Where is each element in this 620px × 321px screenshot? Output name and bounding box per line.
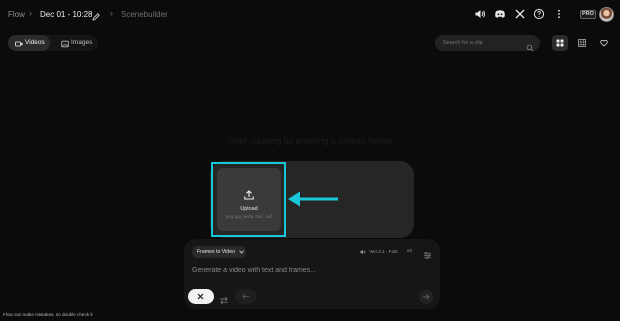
more-icon[interactable]: [553, 8, 565, 20]
volume-icon[interactable]: [474, 8, 486, 20]
top-bar: Flow › Dec 01 - 10:28 › Scenebuilder PRO: [0, 0, 620, 30]
chevron-down-icon: [239, 250, 244, 254]
heart-icon: [600, 39, 608, 47]
discord-icon[interactable]: [494, 8, 506, 20]
x-icon[interactable]: [514, 8, 526, 20]
tab-images[interactable]: Images: [54, 35, 98, 51]
pointer-arrow-icon: [288, 191, 338, 207]
clear-frames-button[interactable]: [188, 289, 214, 304]
plan-badge: PRO: [580, 10, 596, 19]
disclaimer: Flow can make mistakes, so double check …: [3, 312, 93, 317]
media-tabs: Videos Images: [8, 35, 98, 51]
output-count[interactable]: x2: [407, 248, 412, 256]
volume-icon: [360, 249, 366, 255]
search-box: [435, 35, 540, 52]
mode-dropdown[interactable]: Frames to Video: [192, 246, 246, 258]
pencil-icon[interactable]: [91, 9, 101, 21]
grid-view-button[interactable]: [552, 35, 568, 51]
empty-state-message: Start creating by entering a prompt belo…: [227, 136, 393, 146]
grid-icon: [556, 39, 564, 47]
search-icon[interactable]: [526, 39, 534, 52]
project-title[interactable]: Dec 01 - 10:28: [40, 9, 92, 20]
image-icon: [61, 39, 69, 48]
arrow-right-icon: [422, 294, 430, 300]
prompt-input[interactable]: [192, 263, 422, 277]
avatar[interactable]: [599, 7, 614, 22]
settings-icon[interactable]: [423, 247, 432, 260]
favorites-button[interactable]: [596, 35, 612, 51]
video-camera-icon: [15, 39, 23, 47]
add-frame-button[interactable]: [235, 289, 257, 304]
list-view-button[interactable]: [574, 35, 590, 51]
search-input[interactable]: [443, 38, 523, 48]
list-grid-icon: [578, 39, 586, 47]
arrow-left-icon: [242, 293, 250, 300]
tab-label: Videos: [25, 39, 45, 46]
breadcrumb-root[interactable]: Flow: [8, 9, 25, 20]
model-label: Veo 3.1 - Fast: [369, 249, 398, 254]
help-icon[interactable]: [533, 8, 545, 20]
breadcrumb-separator: ›: [110, 8, 113, 18]
breadcrumb-separator: ›: [29, 8, 32, 18]
swap-frames-icon[interactable]: [219, 292, 229, 305]
breadcrumb-current-tool[interactable]: Scenebuilder: [121, 9, 168, 20]
close-icon: [197, 293, 204, 300]
tab-label: Images: [71, 39, 93, 46]
send-button[interactable]: [419, 290, 433, 304]
tab-videos[interactable]: Videos: [8, 35, 50, 51]
mode-label: Frames to Video: [197, 249, 235, 255]
highlight-box: [211, 162, 286, 237]
